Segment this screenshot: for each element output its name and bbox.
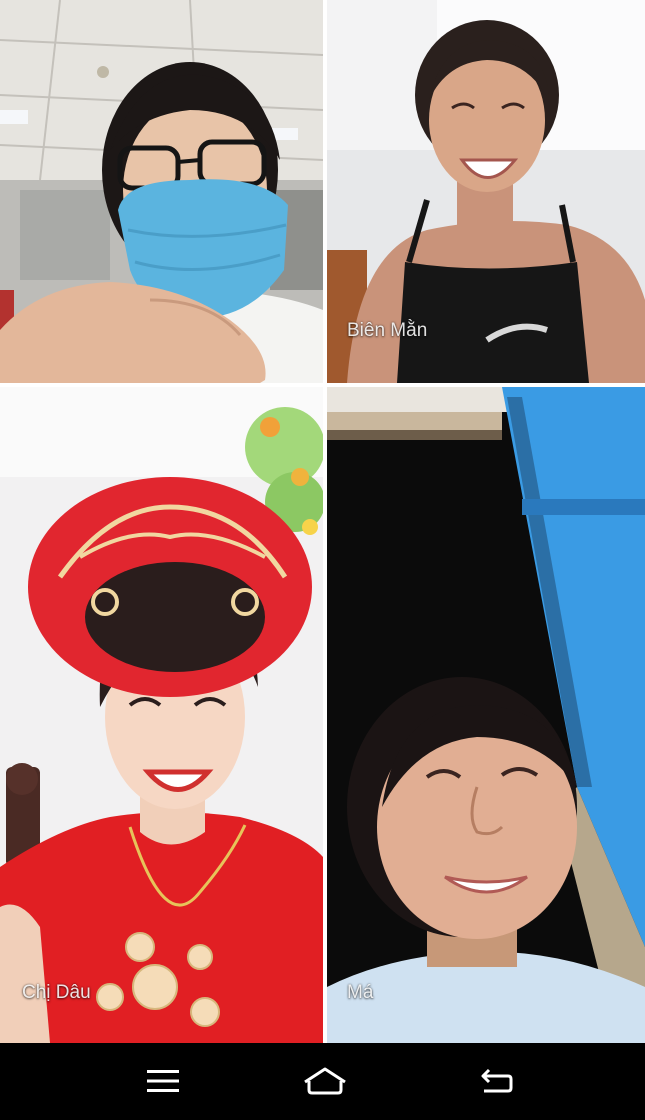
participant-video-4 xyxy=(327,387,645,1043)
home-icon xyxy=(304,1067,346,1095)
back-button[interactable] xyxy=(472,1061,520,1101)
participant-tile-1[interactable] xyxy=(0,0,323,383)
menu-button[interactable] xyxy=(139,1061,187,1101)
participant-tile-4[interactable]: Má xyxy=(327,387,645,1043)
participant-name-3: Chị Dâu xyxy=(22,982,91,1003)
participant-tile-3[interactable]: Chị Dâu xyxy=(0,387,323,1043)
participant-tile-2[interactable]: Biên Mằn xyxy=(327,0,645,383)
menu-icon xyxy=(147,1070,179,1092)
participant-video-1 xyxy=(0,0,323,383)
video-call-screen: Biên Mằn Chị Dâu Má xyxy=(0,0,645,1120)
home-button[interactable] xyxy=(301,1061,349,1101)
back-icon xyxy=(481,1068,513,1093)
participant-name-4: Má xyxy=(347,982,374,1003)
participant-video-3 xyxy=(0,387,323,1043)
system-navigation-bar xyxy=(0,1043,645,1120)
participant-name-2: Biên Mằn xyxy=(347,320,428,341)
participant-grid: Biên Mằn Chị Dâu Má xyxy=(0,0,645,1043)
